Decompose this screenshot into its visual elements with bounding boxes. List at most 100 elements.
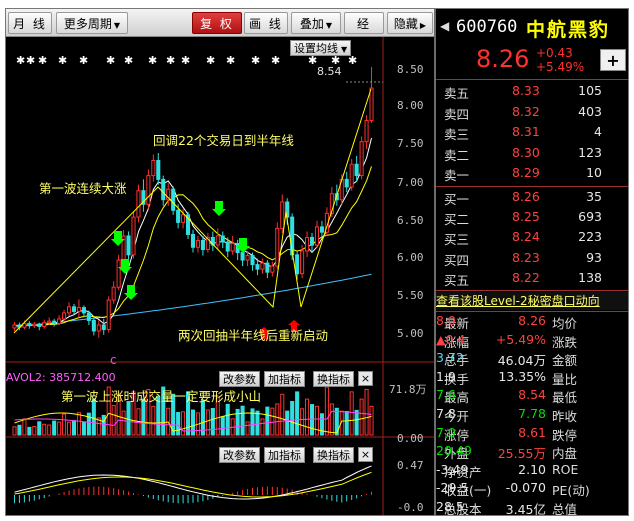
chevron-right-icon: ▶ <box>419 21 427 30</box>
ask-row: 卖一 8.29 10 <box>436 165 628 184</box>
hide-button[interactable]: 隐藏 ▶ <box>387 12 433 34</box>
divider <box>436 79 628 80</box>
candle-body <box>255 264 260 270</box>
ask-row: 卖二 8.30 123 <box>436 145 628 164</box>
volume-bar <box>52 420 57 436</box>
volume-switch-indicator-button[interactable]: 换指标 <box>313 371 354 387</box>
candle-body <box>91 319 96 332</box>
bid-volume: 138 <box>578 269 602 285</box>
add-to-watchlist-button[interactable]: + <box>600 49 626 71</box>
stat-value: 46.04万 <box>497 353 546 369</box>
event-star-icon: ✱ <box>226 54 235 67</box>
candle-body <box>260 262 265 270</box>
volume-bar <box>22 418 27 436</box>
stat-label: 昨收 <box>552 409 578 424</box>
volume-bar <box>349 391 354 436</box>
volume-bar <box>285 410 290 436</box>
volume-bar <box>57 421 62 436</box>
prev-stock-icon[interactable]: ◀ <box>440 19 449 33</box>
candle-body <box>86 312 91 321</box>
candle-body <box>181 214 186 223</box>
volume-bar <box>309 404 315 436</box>
volume-edit-params-button[interactable]: 改参数 <box>219 371 260 387</box>
stat-row: 换手 13.35% 量比 1.9 <box>436 369 628 388</box>
stat-value: ▲0.4 <box>436 331 466 347</box>
volume-add-indicator-button[interactable]: 加指标 <box>264 371 305 387</box>
quote-panel: ◀ 600760 中航黑豹 8.26 +0.43 +5.49% + 查看该股Le… <box>434 9 628 515</box>
candle-body <box>62 312 67 320</box>
chevron-down-icon: ▼ <box>113 21 121 30</box>
bid-volume: 35 <box>586 189 602 204</box>
stat-value: 3.72 <box>436 350 464 366</box>
kline-chart[interactable]: ✱ ✱ ✱ ✱ ✱ ✱ ✱ ✱ ✱ ✱ ✱ ✱ ✱ ✱ ✱ ✱ ✱ <box>6 37 434 516</box>
macd-switch-indicator-button[interactable]: 换指标 <box>313 447 354 463</box>
ma-settings-button[interactable]: 设置均线 ▼ <box>290 40 352 56</box>
stat-label: 均价 <box>552 316 578 331</box>
stat-row: 涨幅 +5.49% 涨跌 ▲0.4 <box>436 331 628 351</box>
bid-label: 买四 <box>444 252 470 268</box>
volume-bar <box>71 420 77 436</box>
chart-toolbar: 月 线 更多周期 ▼ 复 权 画 线 叠加 ▼ 经 典 隐藏 ▶ <box>6 9 434 53</box>
candle-body <box>344 178 349 188</box>
candle-body <box>12 324 17 329</box>
stat-label: ROE <box>552 461 579 477</box>
volume-bar <box>176 411 181 436</box>
macd-add-indicator-button[interactable]: 加指标 <box>264 447 305 463</box>
volume-bar <box>42 423 47 436</box>
volume-bar <box>305 398 310 436</box>
candle-body <box>245 255 250 261</box>
stat-value: 7.0 <box>436 424 456 440</box>
overlay-dropdown[interactable]: 叠加 ▼ <box>291 12 341 34</box>
volume-bar <box>220 416 225 436</box>
volume-bar <box>32 426 37 436</box>
ask-label: 卖四 <box>444 106 470 122</box>
candle-body <box>126 235 131 256</box>
monthly-period-button[interactable]: 月 线 <box>8 12 52 34</box>
volume-bar <box>47 424 52 436</box>
candle-body <box>319 226 324 233</box>
event-star-icon: ✱ <box>79 54 88 67</box>
bid-row: 买一 8.26 35 <box>436 189 628 208</box>
classic-button[interactable]: 经 典 <box>344 12 384 53</box>
bid-price: 8.22 <box>512 269 540 285</box>
event-star-icon: ✱ <box>181 54 190 67</box>
volume-bar <box>225 403 230 436</box>
candle-body <box>225 241 230 252</box>
bid-price: 8.24 <box>512 229 540 245</box>
candle-body <box>76 307 81 312</box>
volume-bar <box>359 398 364 436</box>
level2-link[interactable]: 查看该股Level-2秘密盘口动向 <box>436 292 628 310</box>
stat-row: 最高 8.54 最低 7.6 <box>436 387 628 406</box>
stat-value: 8.26 <box>518 313 546 328</box>
candle-body <box>305 236 310 252</box>
candle-body <box>195 239 200 248</box>
volume-tick-top: 71.8万 <box>389 383 427 396</box>
bid-row: 买四 8.23 93 <box>436 250 628 269</box>
stat-value: -0.070 <box>505 480 546 496</box>
restore-rights-button[interactable]: 复 权 <box>192 12 242 34</box>
ask-volume: 4 <box>594 124 602 139</box>
stat-row: 最新 8.26 均价 8.0 <box>436 313 628 332</box>
macd-tick-bottom: -0.0 <box>397 501 424 514</box>
bid-label: 买三 <box>444 232 470 248</box>
volume-close-icon[interactable]: × <box>358 371 373 386</box>
macd-edit-params-button[interactable]: 改参数 <box>219 447 260 463</box>
bid-row: 买五 8.22 138 <box>436 269 628 289</box>
bid-label: 买一 <box>444 192 470 207</box>
chevron-down-icon: ▼ <box>341 45 348 54</box>
draw-line-button[interactable]: 画 线 <box>244 12 288 34</box>
candle-body <box>314 226 320 246</box>
candle-body <box>111 286 116 301</box>
macd-close-icon[interactable]: × <box>358 447 373 462</box>
candle-body <box>27 322 32 327</box>
volume-bar <box>205 409 210 436</box>
candle-body <box>52 320 57 324</box>
event-star-icon: ✱ <box>206 54 215 67</box>
bid-price: 8.26 <box>512 189 540 204</box>
annotation-retrace-twice: 两次回抽半年线后重新启动 <box>178 328 329 343</box>
candle-body <box>32 323 37 327</box>
price-tick: 7.50 <box>397 137 424 150</box>
ask-row: 卖五 8.33 105 <box>436 83 628 102</box>
volume-bar <box>37 421 42 436</box>
more-periods-dropdown[interactable]: 更多周期 ▼ <box>56 12 128 34</box>
